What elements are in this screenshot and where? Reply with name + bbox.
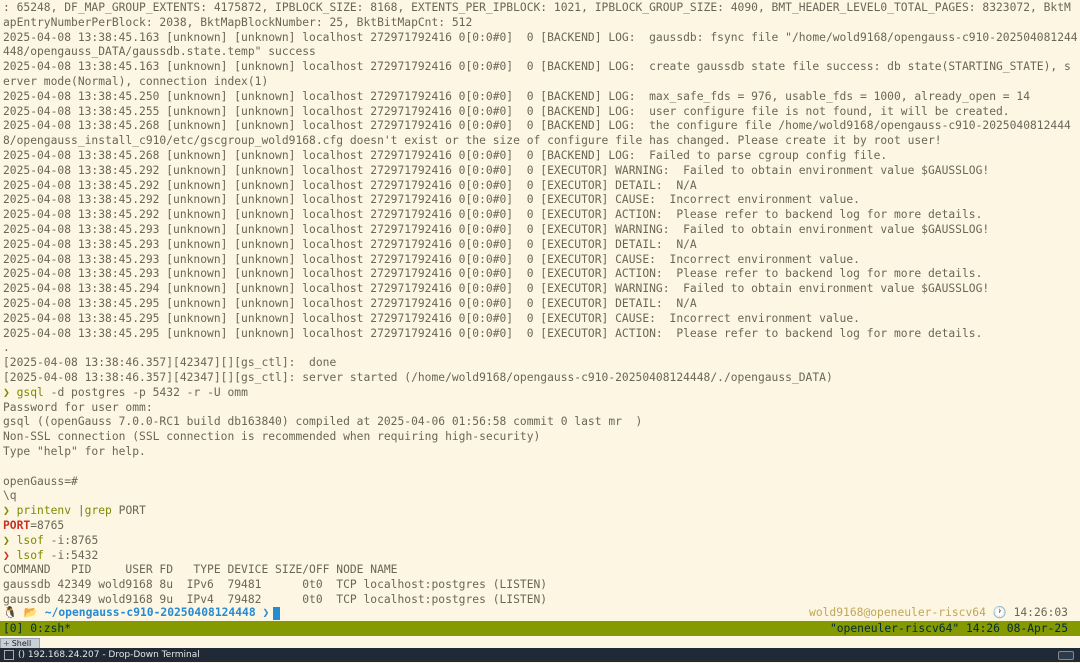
- command-name: gsql: [16, 385, 44, 399]
- tab-label: Shell: [11, 639, 32, 648]
- taskbar-toggle-icon[interactable]: [1058, 651, 1074, 660]
- session-line: ❯ lsof -i:5432: [3, 549, 98, 564]
- env-value: =8765: [30, 519, 65, 532]
- command-args: -d postgres -p 5432 -r -U omm: [43, 385, 248, 399]
- log-line: 2025-04-08 13:38:45.295 [unknown] [unkno…: [3, 311, 860, 325]
- log-line: 2025-04-08 13:38:45.293 [unknown] [unkno…: [3, 223, 990, 236]
- terminal-output[interactable]: : 65248, DF_MAP_GROUP_EXTENTS: 4175872, …: [0, 0, 1080, 620]
- session-line: gsql ((openGauss 7.0.0-RC1 build db16384…: [3, 415, 643, 429]
- prompt-arrow: ❯: [3, 504, 10, 518]
- log-line: 2025-04-08 13:38:45.295 [unknown] [unkno…: [3, 297, 697, 310]
- folder-icon: 📂: [23, 606, 38, 619]
- session-line: openGauss=#: [3, 474, 78, 488]
- log-line: 2025-04-08 13:38:45.294 [unknown] [unkno…: [3, 282, 990, 296]
- session-line: \q: [3, 489, 17, 503]
- window-icon: [4, 650, 14, 660]
- log-line: : 65248, DF_MAP_GROUP_EXTENTS: 4175872, …: [3, 1, 1071, 14]
- log-line: 8/opengauss_install_c910/etc/gscgroup_wo…: [3, 134, 942, 148]
- log-line: 2025-04-08 13:38:45.292 [unknown] [unkno…: [3, 208, 983, 222]
- taskbar: () 192.168.24.207 - Drop-Down Terminal: [0, 648, 1080, 662]
- command-args: |: [71, 504, 85, 518]
- prompt-left: 🐧 📂 ~/opengauss-c910-20250408124448 ❯: [3, 605, 281, 620]
- prompt-arrow: ❯: [3, 533, 10, 547]
- command-args: -i:5432: [43, 548, 99, 562]
- linux-penguin-icon: 🐧: [3, 606, 18, 619]
- log-line: 2025-04-08 13:38:45.255 [unknown] [unkno…: [3, 104, 1010, 118]
- log-line: 2025-04-08 13:38:45.292 [unknown] [unkno…: [3, 163, 990, 177]
- session-line: Non-SSL connection (SSL connection is re…: [3, 430, 541, 444]
- session-line: Type "help" for help.: [3, 445, 146, 458]
- text-cursor: [273, 606, 281, 620]
- log-line: 2025-04-08 13:38:45.163 [unknown] [unkno…: [3, 30, 1078, 44]
- log-line: 2025-04-08 13:38:45.163 [unknown] [unkno…: [3, 60, 1071, 74]
- tmux-status-bar: [0] 0:zsh* "openeuler-riscv64" 14:26 08-…: [0, 621, 1080, 636]
- tmux-window-list[interactable]: [0] 0:zsh*: [3, 621, 71, 636]
- log-line: erver mode(Normal), connection index(1): [3, 75, 269, 88]
- env-key: PORT: [3, 519, 31, 532]
- command-name: lsof: [16, 548, 44, 562]
- command-name: grep: [84, 504, 112, 518]
- log-line: 2025-04-08 13:38:45.268 [unknown] [unkno…: [3, 149, 888, 162]
- prompt-right: wold9168@openeuler-riscv64 🕐 14:26:03: [809, 605, 1068, 620]
- log-line: 2025-04-08 13:38:45.293 [unknown] [unkno…: [3, 237, 697, 251]
- clock-icon: 🕐: [992, 606, 1007, 619]
- prompt-arrow: ❯: [3, 385, 10, 399]
- log-line: 2025-04-08 13:38:45.293 [unknown] [unkno…: [3, 252, 860, 266]
- session-line: COMMAND PID USER FD TYPE DEVICE SIZE/OFF…: [3, 563, 398, 577]
- log-line: 2025-04-08 13:38:45.292 [unknown] [unkno…: [3, 178, 697, 192]
- prompt-arrow: ❯: [3, 548, 10, 562]
- log-line: 448/opengauss_DATA/gaussdb.state.temp" s…: [3, 45, 316, 59]
- log-line: apEntryNumberPerBlock: 2038, BktMapBlock…: [3, 15, 473, 29]
- tmux-session-info: "openeuler-riscv64" 14:26 08-Apr-25: [829, 622, 1068, 635]
- log-line: [2025-04-08 13:38:46.357][42347][][gs_ct…: [3, 371, 833, 384]
- taskbar-window-title[interactable]: () 192.168.24.207 - Drop-Down Terminal: [18, 650, 200, 660]
- session-line: ❯ lsof -i:8765: [3, 534, 98, 549]
- user-host: wold9168@openeuler-riscv64: [809, 606, 986, 619]
- session-line: gaussdb 42349 wold9168 8u IPv6 79481 0t0…: [3, 578, 548, 592]
- session-line: Password for user omm:: [3, 400, 153, 414]
- add-tab-icon[interactable]: +: [3, 639, 10, 648]
- session-line: ❯ gsql -d postgres -p 5432 -r -U omm: [3, 386, 248, 401]
- log-line: [2025-04-08 13:38:46.357][42347][][gs_ct…: [3, 356, 337, 370]
- prompt-arrow: ❯: [262, 606, 270, 619]
- shell-prompt-line[interactable]: 🐧 📂 ~/opengauss-c910-20250408124448 ❯ wo…: [0, 605, 1080, 620]
- log-line: 2025-04-08 13:38:45.250 [unknown] [unkno…: [3, 89, 1030, 103]
- log-line: 2025-04-08 13:38:45.293 [unknown] [unkno…: [3, 267, 983, 281]
- current-path: ~/opengauss-c910-20250408124448: [44, 606, 256, 619]
- session-line: PORT=8765: [3, 519, 64, 534]
- command-args: PORT: [111, 504, 146, 518]
- log-line: 2025-04-08 13:38:45.292 [unknown] [unkno…: [3, 193, 860, 207]
- session-line: ❯ printenv |grep PORT: [3, 504, 146, 519]
- prompt-time: 14:26:03: [1013, 606, 1068, 619]
- log-line: 2025-04-08 13:38:45.295 [unknown] [unkno…: [3, 326, 983, 340]
- command-name: printenv: [16, 504, 72, 518]
- command-name: lsof: [16, 533, 44, 547]
- log-line: 2025-04-08 13:38:45.268 [unknown] [unkno…: [3, 119, 1071, 133]
- command-args: -i:8765: [43, 533, 99, 547]
- log-line: .: [3, 341, 10, 355]
